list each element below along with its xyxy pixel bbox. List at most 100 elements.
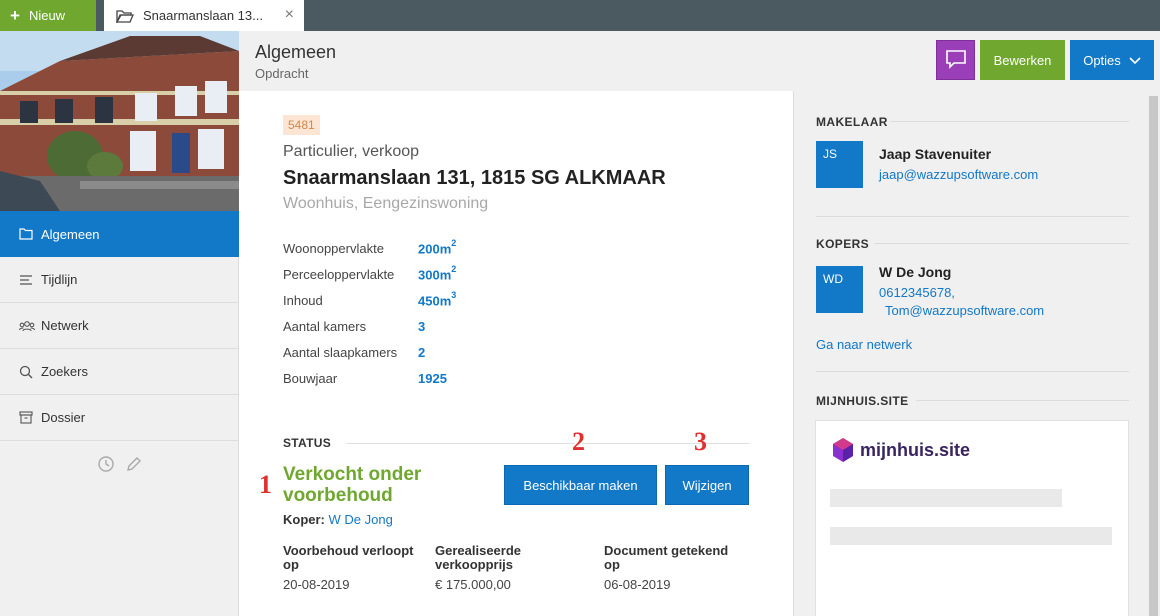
- fact-value: 1925: [418, 370, 447, 386]
- tab-property[interactable]: Snaarmanslaan 13... ×: [104, 0, 304, 31]
- site-heading: MIJNHUIS.SITE: [816, 394, 909, 408]
- property-address: Snaarmanslaan 131, 1815 SG ALKMAAR: [283, 167, 666, 189]
- right-panel: MAKELAAR JS Jaap Stavenuiter jaap@wazzup…: [793, 91, 1143, 616]
- divider: [890, 121, 1129, 122]
- new-button[interactable]: + Nieuw: [0, 0, 96, 31]
- network-link[interactable]: Ga naar netwerk: [816, 337, 912, 352]
- fact-value: 450m3: [418, 289, 457, 309]
- sidebar-item-zoekers[interactable]: Zoekers: [0, 349, 239, 395]
- page-title: Algemeen: [255, 42, 337, 62]
- chevron-down-icon: [1129, 53, 1141, 68]
- buyers-heading: KOPERS: [816, 237, 870, 251]
- scrollbar-thumb[interactable]: [1149, 96, 1158, 616]
- sidebar-item-label: Tijdlijn: [41, 272, 78, 287]
- pencil-icon[interactable]: [125, 455, 143, 476]
- sidebar-nav: Algemeen Tijdlijn Netwerk Zoekers Dossie…: [0, 211, 245, 441]
- search-icon: [19, 365, 35, 379]
- mijnhuis-logo: mijnhuis.site: [832, 437, 970, 463]
- sidebar-item-tijdlijn[interactable]: Tijdlijn: [0, 257, 239, 303]
- new-button-label: Nieuw: [28, 8, 66, 23]
- annotation-number: 3: [694, 427, 707, 456]
- agent-heading: MAKELAAR: [816, 115, 888, 129]
- buyer-name: W De Jong: [879, 264, 952, 280]
- options-button[interactable]: Opties: [1070, 40, 1154, 80]
- fact-row: Aantal slaapkamers 2: [283, 339, 456, 365]
- status-value: Verkocht onder voorbehoud: [283, 464, 422, 506]
- divider: [347, 443, 749, 444]
- fact-label: Aantal slaapkamers: [283, 344, 398, 360]
- fact-label: Bouwjaar: [283, 370, 338, 386]
- reference-badge: 5481: [283, 115, 320, 135]
- annotation-number: 1: [259, 470, 272, 499]
- buyer-label: Koper:: [283, 512, 325, 527]
- make-available-button[interactable]: Beschikbaar maken: [504, 465, 657, 505]
- chat-icon: [945, 49, 967, 72]
- edit-button[interactable]: Bewerken: [980, 40, 1065, 80]
- mijnhuis-logo-text: mijnhuis.site: [860, 439, 971, 460]
- fact-row: Perceeloppervlakte 300m2: [283, 261, 456, 287]
- people-icon: [19, 320, 35, 332]
- sidebar-tools: [97, 455, 143, 476]
- history-icon[interactable]: [97, 455, 115, 476]
- date-field: Document getekend op 06-08-2019: [604, 543, 744, 593]
- archive-icon: [19, 411, 35, 424]
- date-field: Voorbehoud verloopt op 20-08-2019: [283, 544, 428, 593]
- fact-row: Aantal kamers 3: [283, 313, 456, 339]
- date-value: € 175.000,00: [435, 577, 511, 592]
- property-subtype: Woonhuis, Eengezinswoning: [283, 195, 489, 212]
- divider: [816, 371, 1129, 372]
- avatar: JS: [816, 141, 863, 188]
- divider: [816, 216, 1129, 217]
- top-bar: + Nieuw Snaarmanslaan 13... ×: [0, 0, 1160, 31]
- date-value: 20-08-2019: [283, 577, 350, 592]
- chat-button[interactable]: [936, 40, 975, 80]
- buyer-link[interactable]: W De Jong: [329, 512, 393, 527]
- agent-email[interactable]: jaap@wazzupsoftware.com: [879, 167, 1038, 182]
- buyer-phone[interactable]: 0612345678,: [879, 285, 955, 300]
- tab-label: Snaarmanslaan 13...: [143, 8, 263, 23]
- avatar: WD: [816, 266, 863, 313]
- main-content: 5481 Particulier, verkoop Snaarmanslaan …: [239, 91, 793, 616]
- divider: [874, 243, 1129, 244]
- annotation-number: 2: [572, 427, 585, 456]
- folder-open-icon: [116, 9, 134, 23]
- folder-icon: [19, 228, 35, 240]
- plus-icon: +: [10, 6, 20, 25]
- sidebar-item-label: Netwerk: [41, 318, 89, 333]
- change-status-button[interactable]: Wijzigen: [665, 465, 749, 505]
- fact-value: 2: [418, 344, 426, 360]
- fact-label: Aantal kamers: [283, 318, 367, 334]
- fact-row: Inhoud 450m3: [283, 287, 456, 313]
- listing-type: Particulier, verkoop: [283, 143, 420, 160]
- blurred-content: [830, 527, 1112, 545]
- buyer-email[interactable]: Tom@wazzupsoftware.com: [885, 303, 1044, 318]
- buyer-line: Koper: W De Jong: [283, 512, 393, 527]
- fact-value: 300m2: [418, 263, 457, 283]
- close-icon[interactable]: ×: [285, 7, 294, 23]
- sidebar-item-netwerk[interactable]: Netwerk: [0, 303, 239, 349]
- sidebar-item-dossier[interactable]: Dossier: [0, 395, 239, 441]
- sidebar-item-label: Algemeen: [41, 226, 100, 242]
- sidebar-item-algemeen[interactable]: Algemeen: [0, 211, 245, 257]
- fact-label: Woonoppervlakte: [283, 240, 384, 256]
- property-facts: Woonoppervlakte 200m2 Perceeloppervlakte…: [283, 235, 456, 391]
- fact-row: Bouwjaar 1925: [283, 365, 456, 391]
- list-icon: [19, 274, 35, 286]
- mijnhuis-logo-icon: [833, 438, 853, 462]
- status-heading: STATUS: [283, 436, 332, 450]
- fact-row: Woonoppervlakte 200m2: [283, 235, 456, 261]
- options-label: Opties: [1083, 52, 1121, 68]
- sidebar-item-label: Dossier: [41, 410, 86, 425]
- sidebar: Algemeen Tijdlijn Netwerk Zoekers Dossie…: [0, 31, 245, 616]
- sidebar-item-label: Zoekers: [41, 364, 88, 379]
- page-header: Algemeen Opdracht Bewerken Opties: [239, 31, 1160, 91]
- date-label: Gerealiseerde verkoopprijs: [435, 543, 522, 572]
- date-label: Document getekend op: [604, 543, 729, 572]
- fact-value: 3: [418, 318, 426, 334]
- fact-label: Inhoud: [283, 292, 323, 308]
- fact-value: 200m2: [418, 237, 457, 257]
- page-subtitle: Opdracht: [255, 66, 309, 81]
- agent-name: Jaap Stavenuiter: [879, 146, 992, 162]
- fact-label: Perceeloppervlakte: [283, 266, 395, 282]
- date-value: 06-08-2019: [604, 577, 671, 592]
